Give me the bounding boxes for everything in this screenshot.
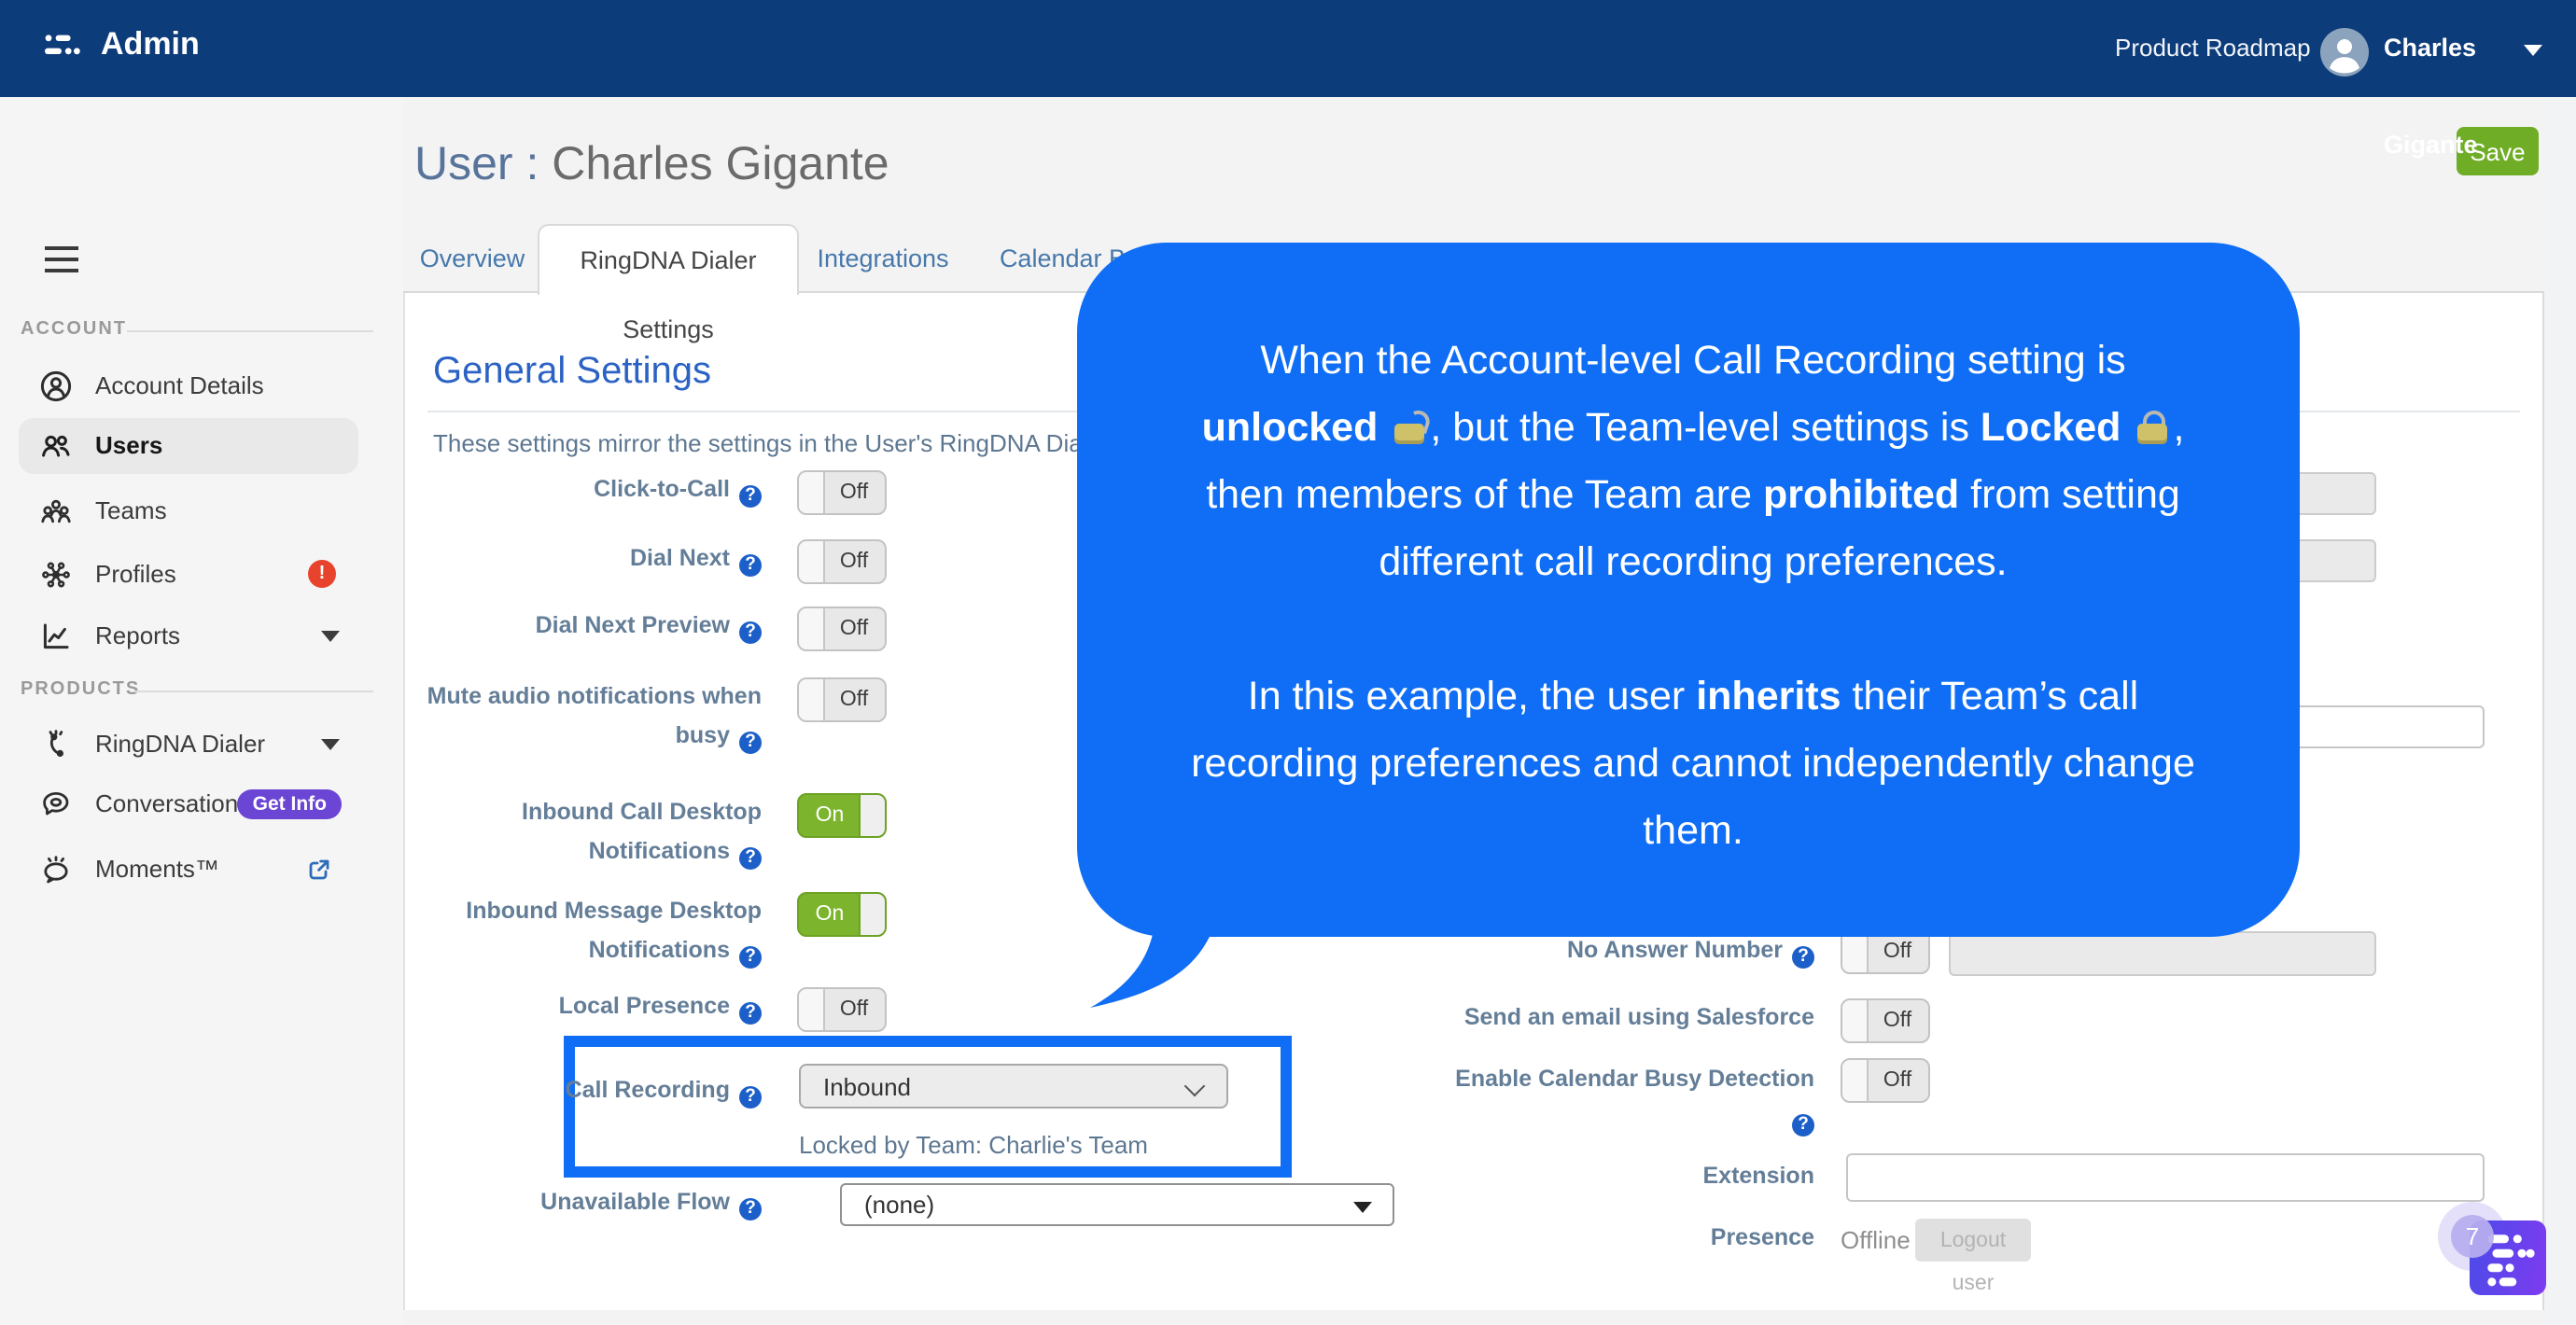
toggle-state: Off	[1883, 1069, 1912, 1092]
callout-paragraph: In this example, the user inherits their…	[1191, 674, 2195, 853]
mute-audio-toggle[interactable]: Off	[797, 677, 887, 722]
unlocked-padlock-icon	[1394, 411, 1425, 444]
notification-count-badge[interactable]: 7	[2451, 1215, 2494, 1258]
toggle-state: On	[815, 804, 845, 827]
callout-paragraph: When the Account-level Call Recording se…	[1201, 338, 2185, 584]
extension-input[interactable]	[1846, 1153, 2485, 1202]
toggle-state: Off	[839, 689, 869, 711]
chevron-down-icon	[1183, 1075, 1206, 1097]
profiles-network-icon	[42, 562, 70, 588]
caret-down-icon	[1353, 1202, 1372, 1213]
locked-padlock-icon	[2137, 411, 2168, 444]
toggle-state: Off	[839, 551, 869, 573]
locked-by-team-note: Locked by Team: Charlie's Team	[799, 1131, 1148, 1159]
field-label-dial-next-preview: Dial Next Preview	[280, 607, 762, 646]
toggle-knob	[799, 472, 825, 513]
section-divider	[127, 330, 373, 332]
sidebar-item-label: Account Details	[95, 371, 264, 399]
product-roadmap-link[interactable]: Product Roadmap	[2115, 0, 2311, 97]
call-recording-value: Inbound	[823, 1072, 911, 1100]
scroll-gutter[interactable]	[2544, 97, 2576, 1325]
field-label-dial-next: Dial Next	[280, 539, 762, 579]
help-icon[interactable]	[1792, 1113, 1814, 1136]
toggle-knob	[799, 608, 825, 649]
sidebar-item-users[interactable]: Users	[19, 418, 358, 474]
local-presence-toggle[interactable]: Off	[797, 987, 887, 1032]
page-title-prefix: User :	[414, 138, 539, 190]
users-icon	[42, 435, 70, 457]
sidebar-section-account: ACCOUNT	[21, 319, 127, 340]
toggle-knob	[1842, 1060, 1869, 1101]
app-logo[interactable]: Admin	[45, 26, 200, 63]
dial-next-toggle[interactable]: Off	[797, 539, 887, 584]
callout-text: When the Account-level Call Recording se…	[1096, 327, 2290, 864]
sidebar-item-label: Users	[95, 431, 163, 459]
sidebar-item-label: Teams	[95, 496, 167, 524]
dial-next-preview-toggle[interactable]: Off	[797, 607, 887, 651]
chat-bubble-icon	[43, 792, 69, 816]
general-settings-heading: General Settings	[433, 351, 711, 392]
help-icon[interactable]	[739, 1197, 762, 1220]
field-label-local-presence: Local Presence	[280, 987, 762, 1026]
tab-ringdna-dialer-settings[interactable]: RingDNA Dialer Settings	[538, 224, 799, 343]
user-menu[interactable]: Charles Gigante	[2384, 0, 2576, 159]
sidebar-item-label: RingDNA Dialer	[95, 730, 266, 758]
toggle-knob	[859, 894, 885, 935]
sidebar-item-label: Moments™	[95, 855, 219, 883]
person-circle-icon	[40, 370, 72, 402]
logout-user-button[interactable]: Logout user	[1915, 1219, 2031, 1295]
inbound-message-notifications-toggle[interactable]: On	[797, 892, 887, 937]
morse-logo-icon	[45, 34, 80, 54]
presence-status: Offline	[1841, 1226, 1911, 1254]
calendar-busy-detection-toggle[interactable]: Off	[1841, 1058, 1930, 1103]
toggle-state: On	[815, 903, 845, 926]
unavailable-flow-select[interactable]: (none)	[840, 1183, 1394, 1226]
sidebar-section-products: PRODUCTS	[21, 679, 141, 700]
help-icon[interactable]	[739, 553, 762, 576]
sidebar-item-label: Profiles	[95, 560, 176, 588]
tab-integrations[interactable]: Integrations	[799, 224, 967, 293]
call-recording-select[interactable]: Inbound	[799, 1064, 1228, 1109]
help-icon[interactable]	[739, 484, 762, 507]
avatar[interactable]	[2320, 28, 2369, 86]
toggle-knob	[799, 679, 825, 720]
brand-name: Admin	[101, 26, 200, 62]
help-icon[interactable]	[739, 1085, 762, 1108]
toggle-state: Off	[839, 618, 869, 640]
help-icon[interactable]	[739, 945, 762, 968]
field-label-unavailable-flow: Unavailable Flow	[280, 1183, 762, 1222]
moments-bubble-icon	[44, 856, 68, 884]
page-title: User : Charles Gigante	[414, 138, 889, 192]
sidebar-item-account-details[interactable]: Account Details	[19, 358, 358, 414]
toggle-knob	[859, 795, 885, 836]
help-icon[interactable]	[739, 731, 762, 753]
click-to-call-toggle[interactable]: Off	[797, 470, 887, 515]
tab-overview[interactable]: Overview	[407, 224, 538, 293]
help-icon[interactable]	[739, 1001, 762, 1024]
chevron-down-icon	[2524, 45, 2542, 56]
field-label-inbound-call-notifications: Inbound Call Desktop Notifications	[280, 793, 762, 872]
field-label-click-to-call: Click-to-Call	[280, 470, 762, 509]
team-icon	[41, 499, 71, 523]
field-label-mute-audio: Mute audio notifications when busy	[280, 677, 762, 756]
page-title-name: Charles Gigante	[552, 138, 889, 190]
toggle-knob	[799, 541, 825, 582]
toggle-knob	[799, 989, 825, 1030]
toggle-state: Off	[839, 998, 869, 1021]
field-label-inbound-message-notifications: Inbound Message Desktop Notifications	[280, 892, 762, 970]
top-navbar: Admin Product Roadmap Charles Gigante	[0, 0, 2576, 159]
phone-icon	[49, 730, 63, 757]
help-icon[interactable]	[739, 621, 762, 643]
inbound-call-notifications-toggle[interactable]: On	[797, 793, 887, 838]
hamburger-menu-icon[interactable]	[45, 246, 78, 272]
sidebar-item-label: Reports	[95, 621, 181, 649]
toggle-state: Off	[839, 481, 869, 504]
user-avatar-icon	[2320, 28, 2369, 77]
reports-chart-icon	[43, 623, 69, 649]
unavailable-flow-value: (none)	[864, 1191, 935, 1219]
field-label-call-recording: Call Recording	[280, 1071, 762, 1110]
help-icon[interactable]	[739, 846, 762, 869]
